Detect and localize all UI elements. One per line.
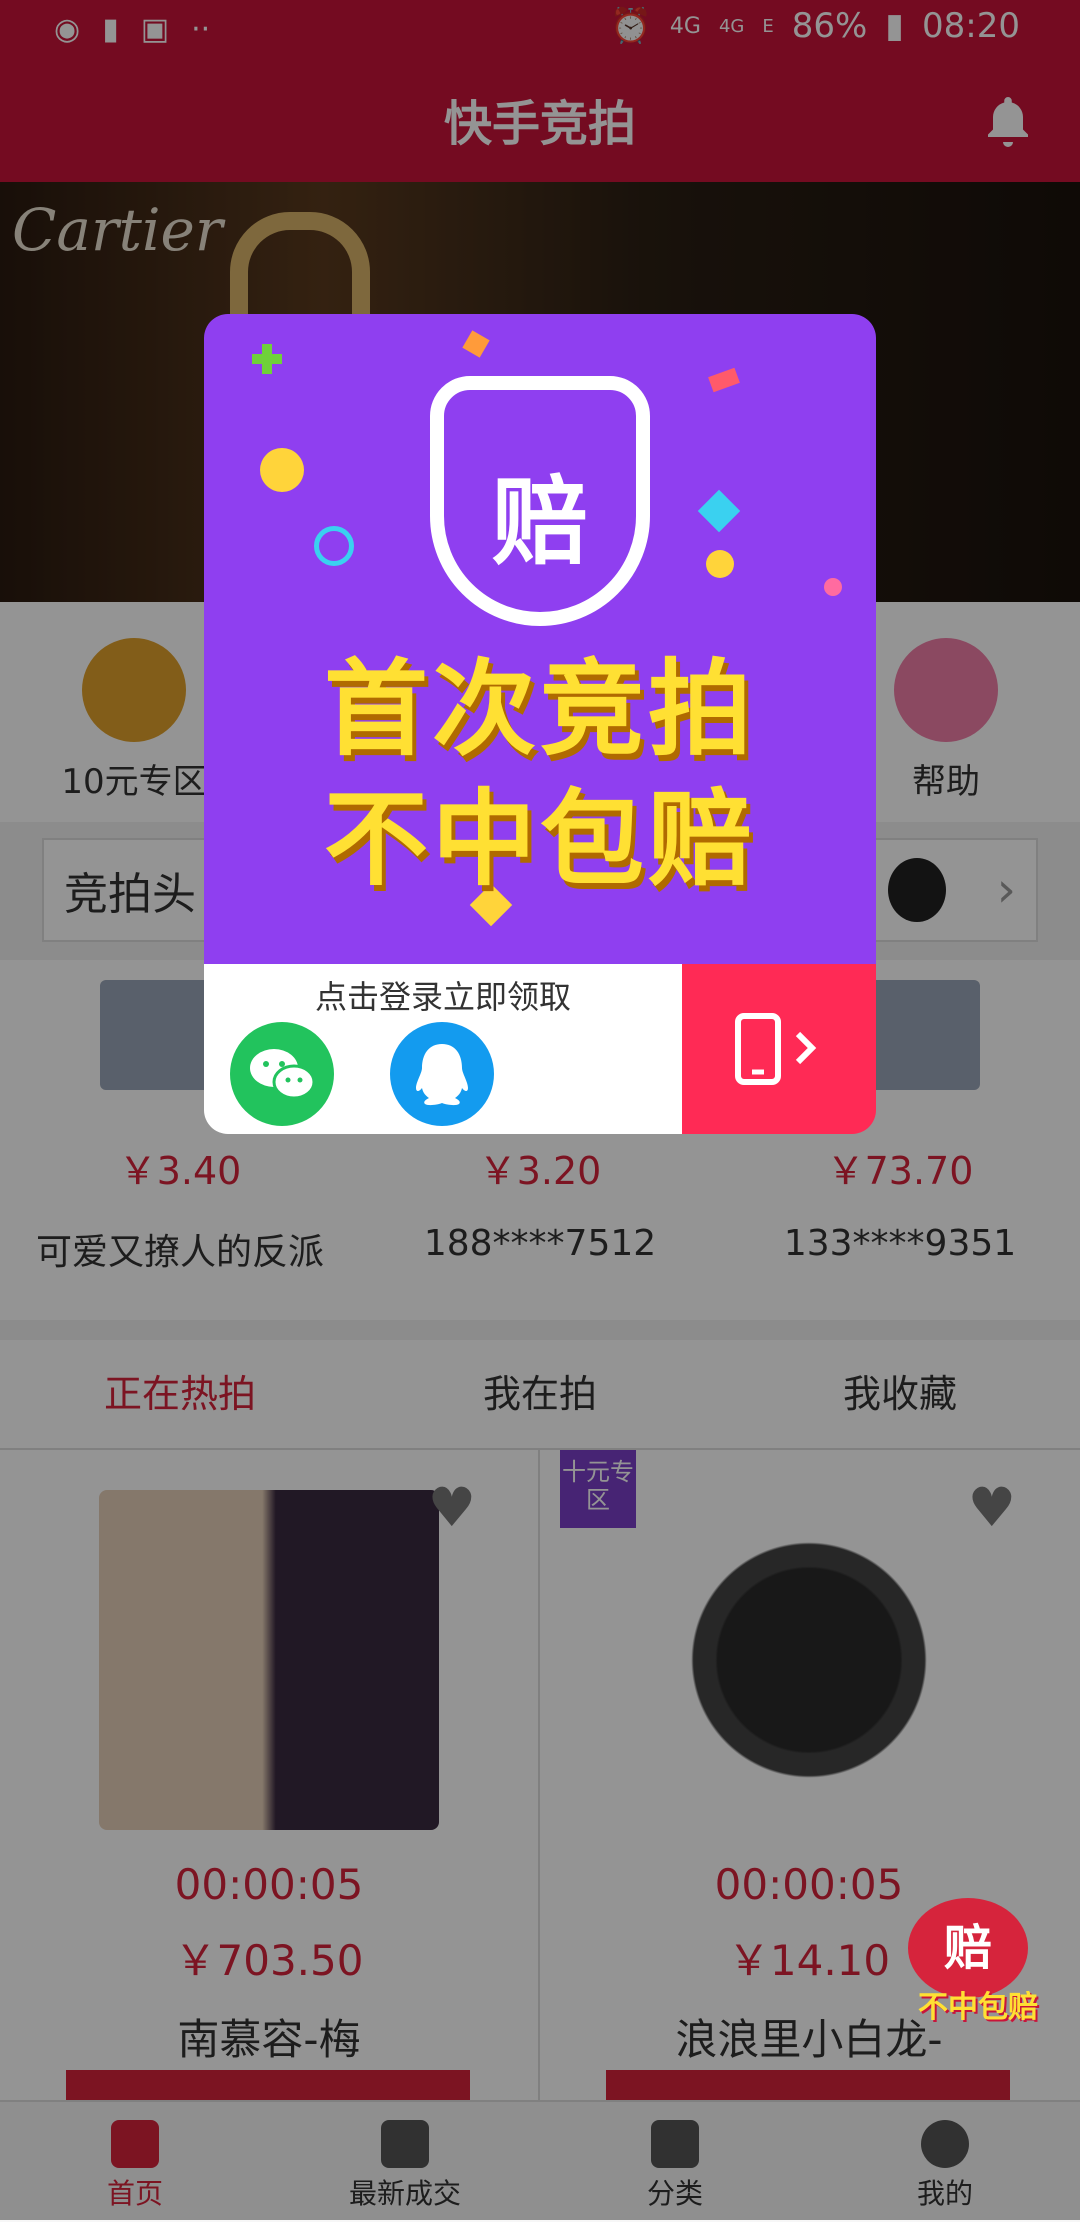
phone-login-button[interactable] [682,964,876,1134]
confetti-shape [462,330,490,358]
confetti-shape [708,367,740,393]
promo-headline-2: 不中包赔 [323,778,756,900]
wechat-login-button[interactable] [230,1022,334,1126]
qq-icon [416,1044,468,1106]
compensation-float-badge[interactable]: 赔 不中包赔 [902,1898,1054,2028]
login-section: 点击登录立即领取 [204,964,682,1134]
confetti-star [697,489,741,533]
badge-text: 不中包赔 [918,1990,1038,2025]
confetti-shape [262,344,272,374]
confetti-ring [314,526,354,566]
promo-banner: 赔 首次竞拍 不中包赔 [204,314,876,964]
wechat-icon [250,1049,316,1100]
shield-icon: 赔 [430,376,650,626]
shield-char: 赔 [492,466,588,578]
qq-login-button[interactable] [390,1022,494,1126]
promo-modal: 赔 首次竞拍 不中包赔 点击登录立即领取 [204,314,876,1134]
confetti-dot [824,578,842,596]
login-prompt: 点击登录立即领取 [314,978,571,1016]
phone-arrow-icon [735,1013,817,1085]
promo-headline-1: 首次竞拍 [323,648,756,770]
confetti-coin [706,550,734,578]
confetti-coin [260,448,304,492]
